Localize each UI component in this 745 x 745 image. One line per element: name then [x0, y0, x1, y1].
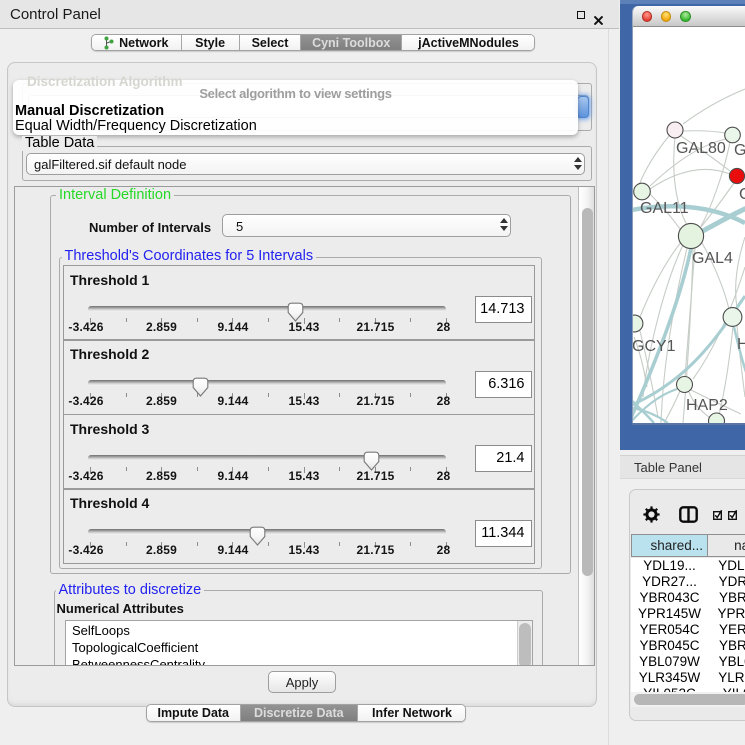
svg-text:HAP2: HAP2: [686, 397, 728, 414]
svg-text:GAL80: GAL80: [676, 140, 726, 157]
svg-text:GAL11: GAL11: [640, 200, 689, 217]
svg-text:H: H: [737, 336, 745, 353]
svg-text:GCY1: GCY1: [633, 338, 676, 355]
svg-text:GAL4: GAL4: [692, 250, 733, 267]
svg-text:GA: GA: [734, 142, 745, 159]
svg-text:C: C: [739, 186, 745, 203]
